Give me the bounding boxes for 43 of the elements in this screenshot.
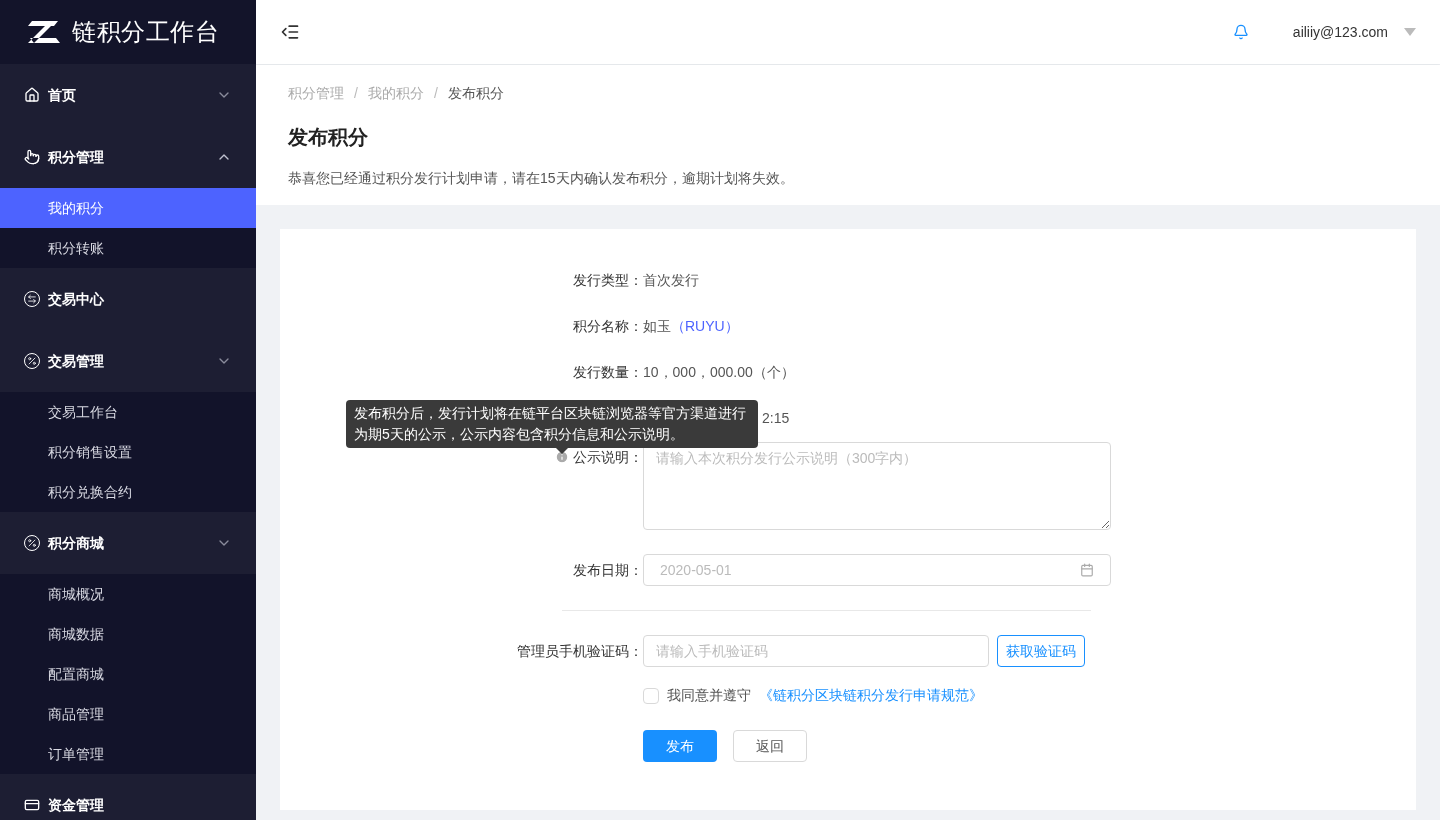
page-notice: 恭喜您已经通过积分发行计划申请，请在15天内确认发布积分，逾期计划将失效。 xyxy=(288,169,795,188)
menu-item[interactable]: 交易工作台 xyxy=(0,392,256,432)
menu-item[interactable]: 积分销售设置 xyxy=(0,432,256,472)
field-label: 发布日期： xyxy=(573,562,643,578)
menu-item[interactable]: 积分转账 xyxy=(0,228,256,268)
dropdown-caret-icon[interactable] xyxy=(1404,28,1416,36)
field-label: 发行类型： xyxy=(573,271,643,288)
app-title: 链积分工作台 xyxy=(72,17,220,47)
agree-text: 我同意并遵守 xyxy=(667,686,751,705)
notification-icon[interactable] xyxy=(1232,24,1249,40)
pointer-hand-icon xyxy=(24,149,40,165)
field-label: 积分名称： xyxy=(573,317,643,334)
field-value: 首次发行 xyxy=(643,270,699,290)
menu-item[interactable]: 配置商城 xyxy=(0,654,256,694)
field-label: 公示说明： xyxy=(573,447,643,467)
card-icon xyxy=(24,797,40,813)
code-input[interactable]: 请输入手机验证码 xyxy=(643,635,989,667)
field-value: 10，000，000.00（个） xyxy=(643,362,795,382)
breadcrumb-separator: / xyxy=(354,84,358,103)
menu-item[interactable]: 积分兑换合约 xyxy=(0,472,256,512)
tooltip: 发布积分后，发行计划将在链平台区块链浏览器等官方渠道进行为期5天的公示，公示内容包含积分信息和公示说明。 xyxy=(346,400,758,448)
field-label: 发行数量： xyxy=(573,363,643,380)
breadcrumb-current: 发布积分 xyxy=(447,84,504,103)
notice-textarea[interactable]: 请输入本次积分发行公示说明（300字内） xyxy=(643,442,1111,530)
field-value: 2:15 xyxy=(762,408,790,428)
menu-collapse-icon[interactable] xyxy=(280,22,300,42)
info-icon[interactable] xyxy=(555,450,569,464)
logo-icon xyxy=(28,21,60,43)
agree-checkbox[interactable] xyxy=(643,687,659,704)
menu-item[interactable]: 我的积分 xyxy=(0,188,256,228)
tooltip-arrow xyxy=(556,448,568,454)
menu-item[interactable]: 订单管理 xyxy=(0,734,256,774)
field-value: 如玉（RUYU） xyxy=(643,316,739,336)
home-icon xyxy=(24,87,40,103)
menu-item[interactable]: 商城概况 xyxy=(0,574,256,614)
field-label: 管理员手机验证码： xyxy=(517,643,643,659)
menu-item[interactable]: 商城数据 xyxy=(0,614,256,654)
menu-item[interactable]: 商品管理 xyxy=(0,694,256,734)
page-title: 发布积分 xyxy=(288,125,369,150)
calendar-icon xyxy=(1080,563,1094,577)
user-email[interactable]: ailiiy@123.com xyxy=(1292,21,1388,43)
breadcrumb-separator: / xyxy=(433,84,438,103)
back-button[interactable]: 返回 xyxy=(733,730,807,762)
